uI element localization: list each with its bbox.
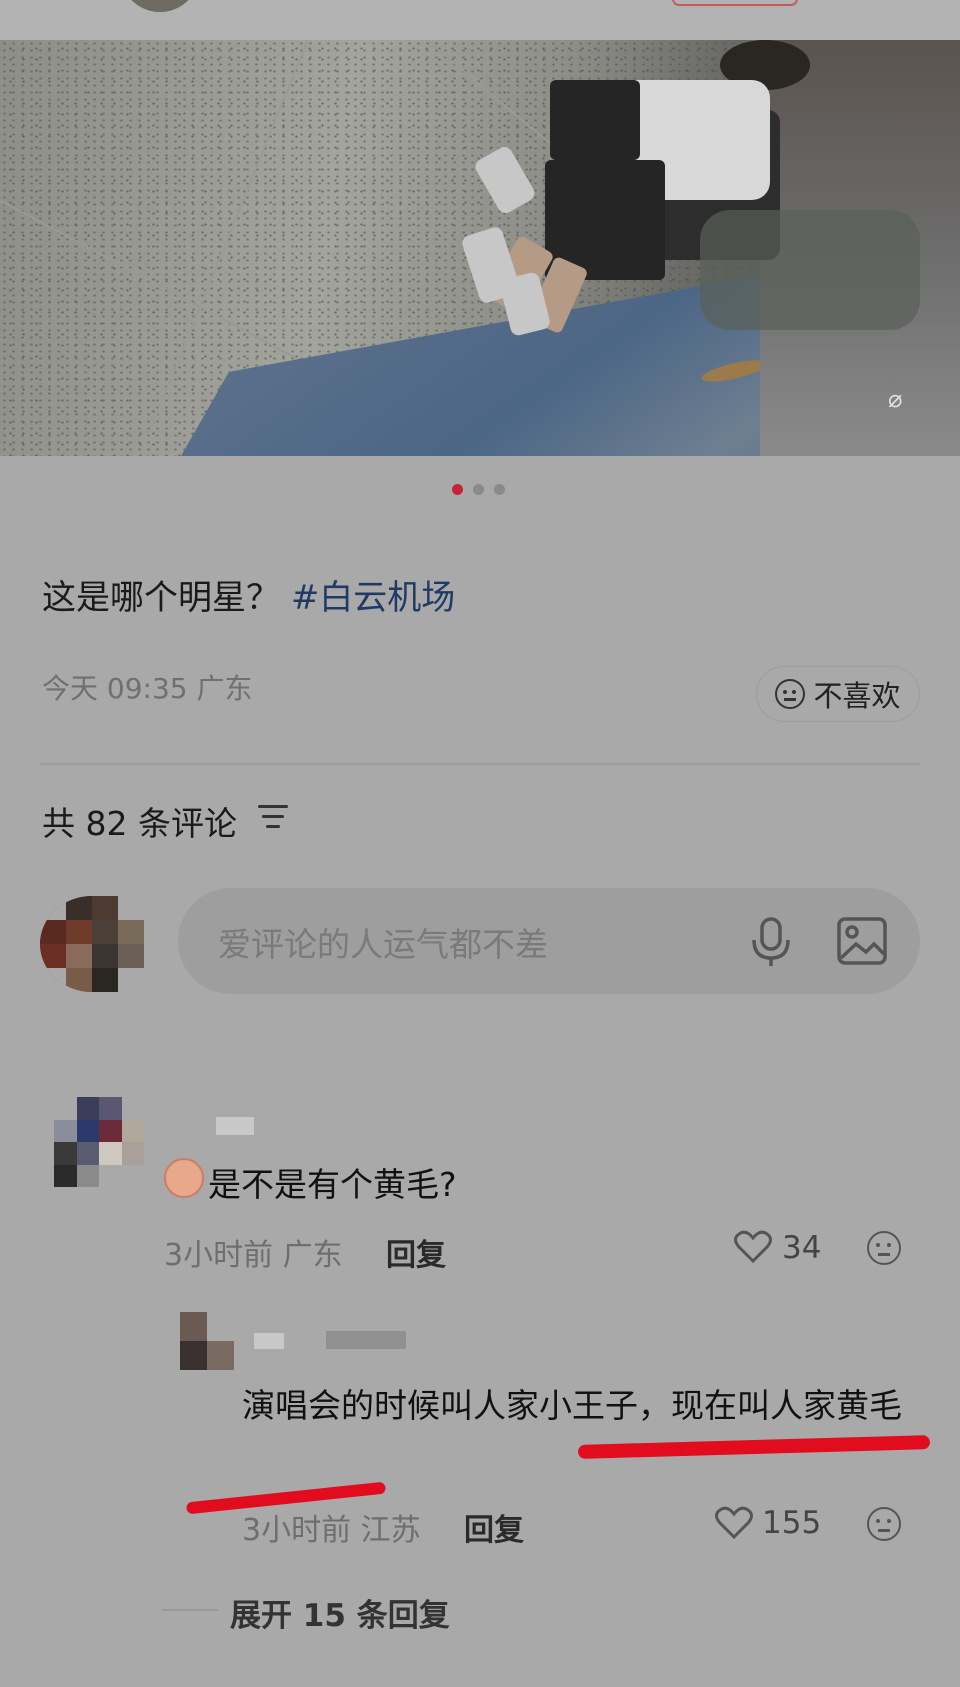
- image-icon[interactable]: [836, 916, 888, 966]
- replier-avatar[interactable]: [180, 1312, 234, 1370]
- heart-icon[interactable]: [715, 1506, 753, 1540]
- reply-button[interactable]: 回复: [464, 1505, 524, 1549]
- crying-face-emoji-icon: [164, 1158, 204, 1198]
- post-meta: 今天 09:35 广东: [42, 667, 253, 707]
- like-count: 34: [782, 1230, 822, 1266]
- expand-replies-button[interactable]: 展开 15 条回复: [230, 1590, 450, 1635]
- carousel-dot-2[interactable]: [473, 484, 484, 495]
- microphone-icon[interactable]: [748, 916, 794, 968]
- my-avatar[interactable]: [40, 896, 144, 992]
- comments-count-title: 共 82 条评论: [42, 797, 237, 845]
- reply-meta: 3小时前 江苏: [242, 1505, 421, 1549]
- post-image[interactable]: ⌀: [0, 40, 960, 456]
- divider: [40, 763, 920, 765]
- dislike-label: 不喜欢: [813, 679, 901, 713]
- dislike-button[interactable]: 不喜欢: [756, 666, 920, 722]
- like-count: 155: [762, 1505, 822, 1541]
- count-prefix: 共: [42, 804, 75, 843]
- replier-name-blurred[interactable]: [254, 1333, 284, 1349]
- commenter-avatar[interactable]: [54, 1097, 144, 1187]
- post-time: 今天 09:35: [42, 672, 188, 705]
- comment-meta: 3小时前 广东: [164, 1230, 343, 1274]
- comment-count: 82: [85, 804, 128, 843]
- post-location: 广东: [196, 672, 253, 705]
- red-underline-mark: [577, 1435, 931, 1459]
- hashtag-link[interactable]: #白云机场: [291, 578, 456, 618]
- comment-time: 3小时前: [164, 1238, 274, 1273]
- carousel-indicator: [452, 484, 505, 495]
- live-photo-icon: ⌀: [888, 385, 903, 413]
- reply-time: 3小时前: [242, 1513, 352, 1548]
- carousel-dot-1[interactable]: [452, 484, 463, 495]
- commenter-name-blurred[interactable]: [216, 1117, 254, 1135]
- expand-divider: [162, 1609, 218, 1611]
- count-suffix: 条评论: [138, 804, 237, 843]
- comment-location: 广东: [282, 1238, 343, 1273]
- reply-target-name-blurred[interactable]: [326, 1331, 406, 1349]
- neutral-face-icon: [775, 679, 806, 709]
- comment-input-placeholder[interactable]: 爱评论的人运气都不差: [218, 918, 548, 966]
- reply-button[interactable]: 回复: [386, 1230, 446, 1274]
- carousel-dot-3[interactable]: [494, 484, 505, 495]
- follow-button[interactable]: [672, 0, 798, 6]
- dislike-comment-icon[interactable]: [867, 1231, 901, 1265]
- dislike-comment-icon[interactable]: [867, 1507, 901, 1541]
- reply-location: 江苏: [360, 1513, 421, 1548]
- reply-text: 演唱会的时候叫人家小王子，现在叫人家黄毛: [242, 1386, 902, 1425]
- heart-icon[interactable]: [734, 1230, 772, 1264]
- post-caption: 这是哪个明星？ #白云机场: [42, 570, 455, 619]
- comment-text: 是不是有个黄毛?: [208, 1165, 457, 1204]
- sort-icon[interactable]: [258, 805, 288, 829]
- caption-text: 这是哪个明星？: [42, 578, 280, 618]
